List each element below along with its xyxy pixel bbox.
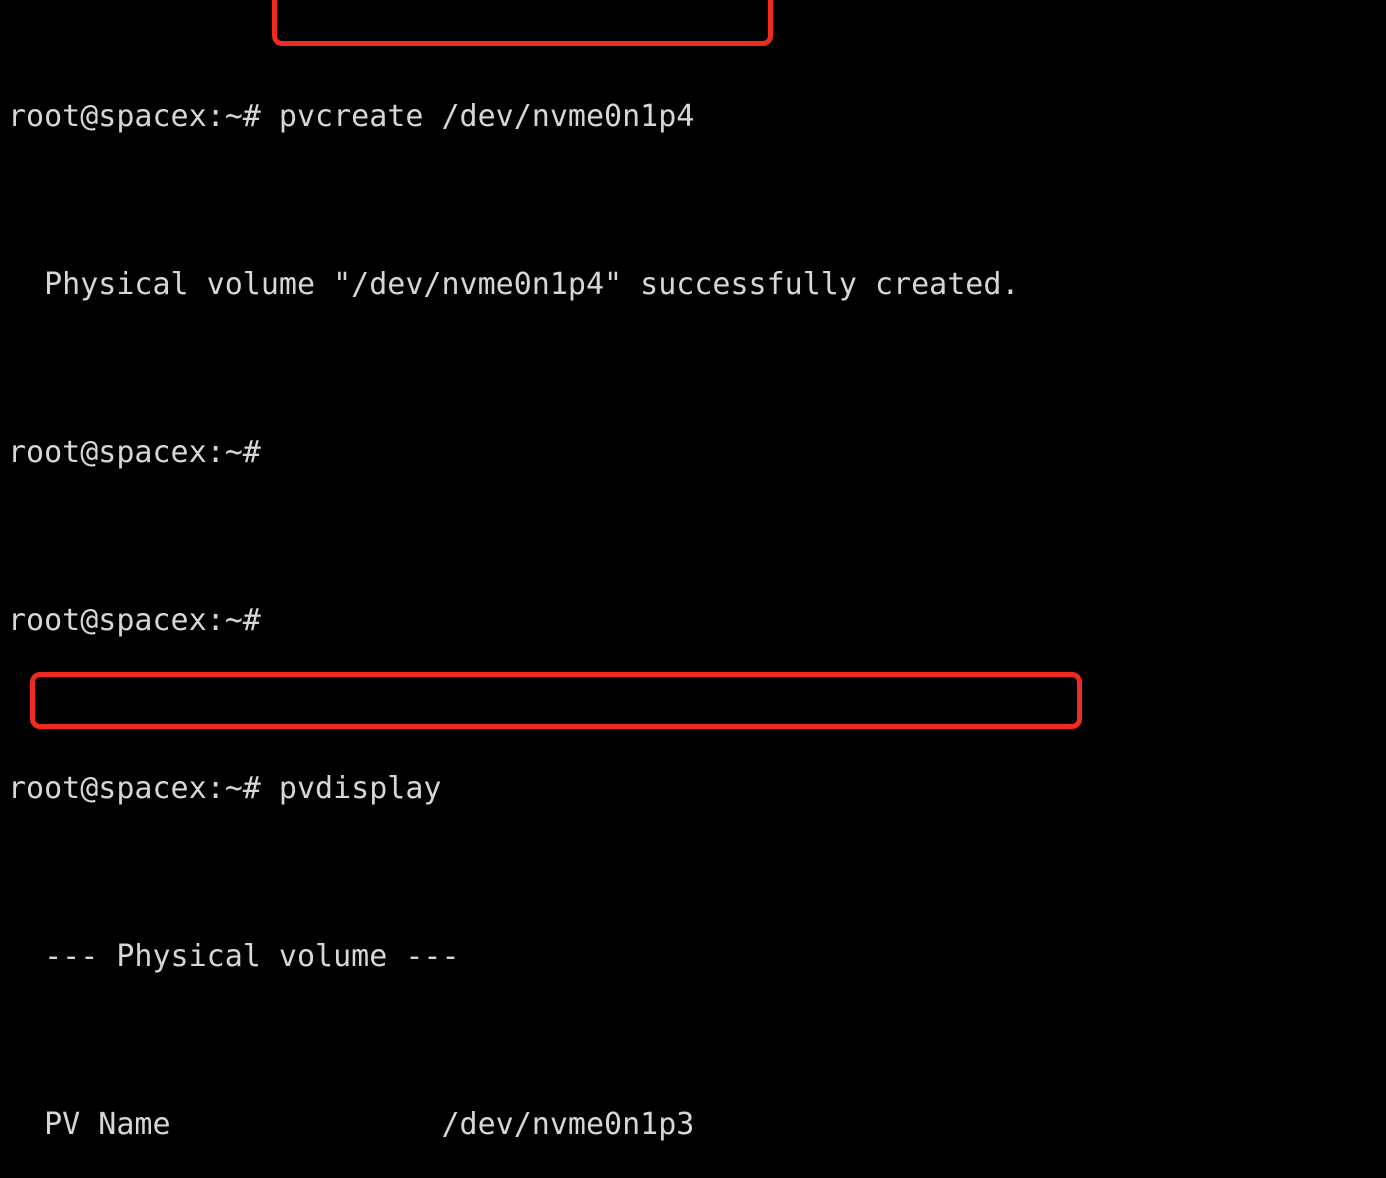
terminal-line-prompt-pvcreate: root@spacex:~# pvcreate /dev/nvme0n1p4: [8, 99, 695, 134]
terminal-line-prompt-empty-2: root@spacex:~#: [8, 603, 261, 638]
pv-block-1-header: --- Physical volume ---: [8, 939, 460, 974]
terminal-line-prompt-pvdisplay: root@spacex:~# pvdisplay: [8, 771, 442, 806]
terminal-screen: root@spacex:~# pvcreate /dev/nvme0n1p4 P…: [8, 0, 1128, 1178]
terminal-line-pvcreate-success: Physical volume "/dev/nvme0n1p4" success…: [8, 267, 1020, 302]
terminal-line-prompt-empty-1: root@spacex:~#: [8, 435, 261, 470]
terminal-window[interactable]: root@spacex:~# pvcreate /dev/nvme0n1p4 P…: [0, 0, 1386, 1178]
pv-block-1-field-pv-name: PV Name /dev/nvme0n1p3: [8, 1107, 695, 1142]
